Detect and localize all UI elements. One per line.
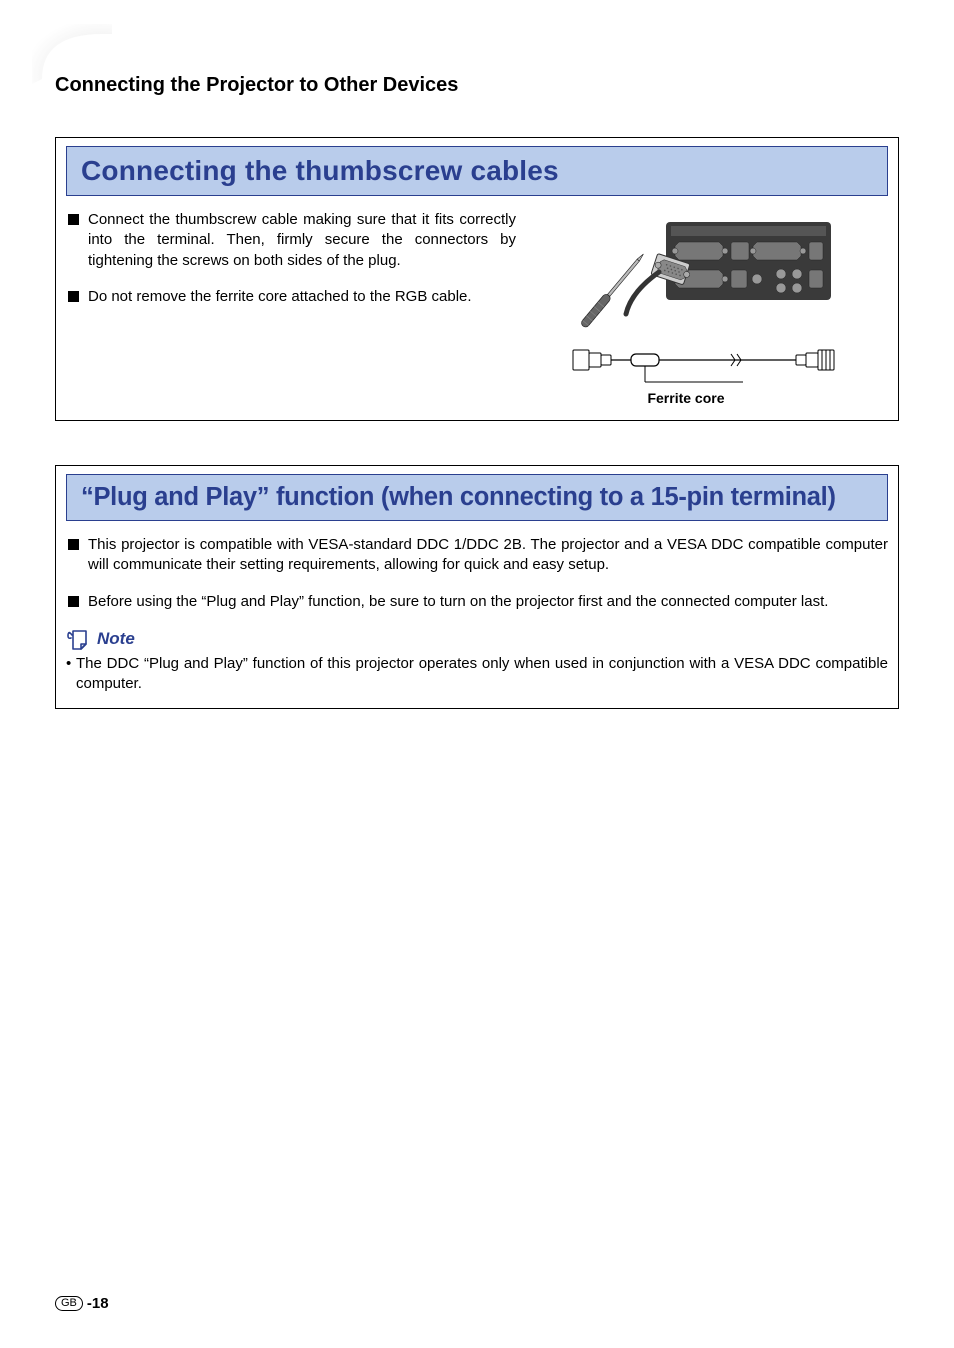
connector-panel-illustration [571,214,841,334]
section-title-text: “Plug and Play” function (when connectin… [81,483,836,511]
bullet-item: Before using the “Plug and Play” functio… [66,592,888,612]
section-title-box: “Plug and Play” function (when connectin… [66,474,888,521]
page-corner-decoration [32,24,112,84]
note-icon [66,628,92,650]
page-title: Connecting the Projector to Other Device… [55,74,899,97]
region-badge: GB [55,1296,83,1311]
ferrite-core-label: Ferrite core [647,390,724,406]
section-title-box: Connecting the thumbscrew cables [66,146,888,196]
section-thumbscrew-cables: Connecting the thumbscrew cables Connect… [55,137,899,421]
section-title-text: Connecting the thumbscrew cables [81,155,559,186]
page-footer: GB -18 [55,1295,109,1312]
section-plug-and-play: “Plug and Play” function (when connectin… [55,465,899,709]
bullet-item: Do not remove the ferrite core attached … [66,287,516,307]
bullet-item: This projector is compatible with VESA-s… [66,535,888,576]
note-label-text: Note [97,629,135,649]
page-number: -18 [87,1295,109,1312]
note-body-text: The DDC “Plug and Play” function of this… [66,654,888,695]
bullet-item: Connect the thumbscrew cable making sure… [66,210,516,271]
